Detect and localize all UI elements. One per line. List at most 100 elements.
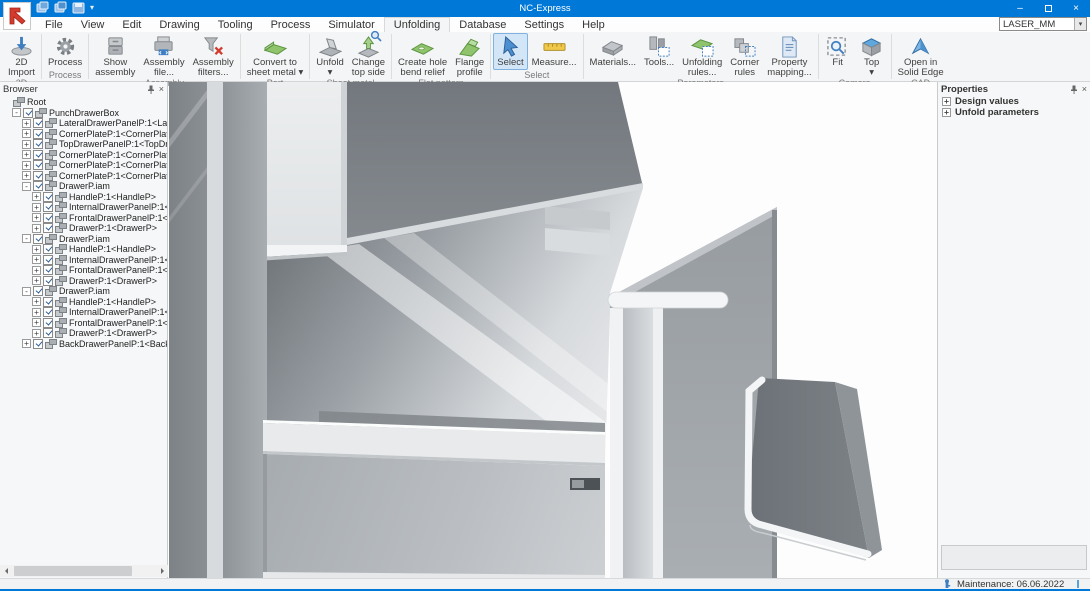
- hole-relief-button[interactable]: Create hole bend relief: [394, 33, 451, 78]
- show-assembly-button[interactable]: Show assembly: [91, 33, 139, 78]
- tree-item[interactable]: +CornerPlateP:1<CornerPlateP>: [0, 171, 167, 182]
- minimize-button[interactable]: –: [1006, 0, 1034, 17]
- collapse-icon[interactable]: -: [12, 108, 21, 117]
- pin-icon[interactable]: [1070, 85, 1078, 94]
- expand-icon[interactable]: +: [32, 308, 41, 317]
- expand-icon[interactable]: +: [32, 255, 41, 264]
- tree-checkbox[interactable]: [43, 244, 53, 254]
- tree-checkbox[interactable]: [33, 339, 43, 349]
- open-solid-edge-button[interactable]: Open in Solid Edge: [894, 33, 948, 78]
- zoom-region-icon[interactable]: [370, 30, 382, 45]
- expand-icon[interactable]: +: [22, 140, 31, 149]
- tree-item[interactable]: Root: [0, 97, 167, 108]
- tree-checkbox[interactable]: [33, 118, 43, 128]
- tree-item[interactable]: +InternalDrawerPanelP:1<InternalDrawerF: [0, 307, 167, 318]
- viewport-3d[interactable]: [169, 82, 937, 578]
- select-button[interactable]: Select: [493, 33, 527, 70]
- change-top-button[interactable]: Change top side: [348, 33, 389, 78]
- expand-icon[interactable]: +: [32, 266, 41, 275]
- tree-checkbox[interactable]: [43, 255, 53, 265]
- menu-item-file[interactable]: File: [36, 17, 72, 32]
- expand-icon[interactable]: +: [22, 119, 31, 128]
- menu-item-settings[interactable]: Settings: [515, 17, 573, 32]
- expand-icon[interactable]: +: [32, 224, 41, 233]
- tree-item[interactable]: +DrawerP:1<DrawerP>: [0, 328, 167, 339]
- assembly-filters-button[interactable]: Assembly filters...: [189, 33, 238, 78]
- tools-button[interactable]: Tools...: [640, 33, 678, 78]
- gear-button[interactable]: Process: [44, 33, 86, 70]
- measure-button[interactable]: Measure...: [528, 33, 581, 70]
- profile-selector[interactable]: LASER_MM ▾: [999, 17, 1087, 31]
- tree-checkbox[interactable]: [43, 318, 53, 328]
- expand-icon[interactable]: +: [32, 192, 41, 201]
- menu-item-tooling[interactable]: Tooling: [209, 17, 262, 32]
- menu-item-process[interactable]: Process: [262, 17, 320, 32]
- tree-item[interactable]: -DrawerP.iam: [0, 234, 167, 245]
- menu-item-unfolding[interactable]: Unfolding: [384, 17, 450, 32]
- menu-item-view[interactable]: View: [72, 17, 114, 32]
- pin-icon[interactable]: [147, 85, 155, 94]
- tree-item[interactable]: +TopDrawerPanelP:1<TopDrawerPanelP>: [0, 139, 167, 150]
- expand-icon[interactable]: +: [32, 329, 41, 338]
- maximize-button[interactable]: [1034, 0, 1062, 17]
- tree-checkbox[interactable]: [33, 171, 43, 181]
- tree-item[interactable]: +CornerPlateP:1<CornerPlateP>: [0, 150, 167, 161]
- tree-item[interactable]: +BackDrawerPanelP:1<BackDrawerPanelP>: [0, 339, 167, 350]
- tree-item[interactable]: +CornerPlateP:1<CornerPlateP>: [0, 160, 167, 171]
- collapse-icon[interactable]: -: [22, 287, 31, 296]
- app-logo[interactable]: [3, 2, 31, 30]
- close-button[interactable]: ×: [1062, 0, 1090, 17]
- tree-item[interactable]: +LateralDrawerPanelP:1<LateralDrawerPane…: [0, 118, 167, 129]
- tree-checkbox[interactable]: [33, 160, 43, 170]
- collapse-icon[interactable]: -: [22, 182, 31, 191]
- tree-item[interactable]: +InternalDrawerPanelP:1<InternalDrawerF: [0, 255, 167, 266]
- property-mapping-button[interactable]: Property mapping...: [763, 33, 815, 78]
- tree-checkbox[interactable]: [33, 150, 43, 160]
- corner-rules-button[interactable]: Corner rules: [726, 33, 763, 78]
- tree-item[interactable]: -DrawerP.iam: [0, 286, 167, 297]
- property-group-design-values[interactable]: +Design values: [938, 96, 1090, 107]
- browser-hscrollbar[interactable]: [0, 565, 168, 577]
- tree-item[interactable]: +CornerPlateP:1<CornerPlateP>: [0, 129, 167, 140]
- tree-checkbox[interactable]: [33, 234, 43, 244]
- tree-checkbox[interactable]: [43, 297, 53, 307]
- tree-item[interactable]: +DrawerP:1<DrawerP>: [0, 276, 167, 287]
- expand-icon[interactable]: +: [22, 150, 31, 159]
- unfold-button[interactable]: Unfold ▾: [312, 33, 347, 78]
- unfolding-rules-button[interactable]: Unfolding rules...: [678, 33, 726, 78]
- tree-item[interactable]: +HandleP:1<HandleP>: [0, 192, 167, 203]
- tree-checkbox[interactable]: [43, 276, 53, 286]
- menu-item-database[interactable]: Database: [450, 17, 515, 32]
- fit-button[interactable]: Fit: [821, 33, 855, 78]
- tree-checkbox[interactable]: [43, 223, 53, 233]
- tree-checkbox[interactable]: [33, 129, 43, 139]
- tree-item[interactable]: +HandleP:1<HandleP>: [0, 244, 167, 255]
- tree-checkbox[interactable]: [43, 307, 53, 317]
- flange-profile-button[interactable]: Flange profile: [451, 33, 488, 78]
- expand-icon[interactable]: +: [942, 108, 951, 117]
- expand-icon[interactable]: +: [32, 276, 41, 285]
- expand-icon[interactable]: +: [32, 213, 41, 222]
- tree-checkbox[interactable]: [43, 328, 53, 338]
- tree-checkbox[interactable]: [43, 265, 53, 275]
- tree-item[interactable]: +FrontalDrawerPanelP:1<FrontalDrawerPa: [0, 265, 167, 276]
- assembly-file-button[interactable]: Assembly file...: [139, 33, 188, 78]
- close-panel-icon[interactable]: ×: [159, 84, 164, 94]
- menu-item-edit[interactable]: Edit: [113, 17, 150, 32]
- expand-icon[interactable]: +: [22, 171, 31, 180]
- tree-checkbox[interactable]: [43, 192, 53, 202]
- tree-checkbox[interactable]: [33, 181, 43, 191]
- convert-sheet-button[interactable]: Convert to sheet metal ▾: [243, 33, 308, 78]
- expand-icon[interactable]: +: [32, 297, 41, 306]
- tree-item[interactable]: +HandleP:1<HandleP>: [0, 297, 167, 308]
- tree-item[interactable]: -DrawerP.iam: [0, 181, 167, 192]
- menu-item-help[interactable]: Help: [573, 17, 614, 32]
- top-view-button[interactable]: Top ▾: [855, 33, 889, 78]
- property-group-unfold-parameters[interactable]: +Unfold parameters: [938, 107, 1090, 118]
- tree-checkbox[interactable]: [33, 286, 43, 296]
- collapse-icon[interactable]: -: [22, 234, 31, 243]
- tree-checkbox[interactable]: [33, 139, 43, 149]
- menu-item-drawing[interactable]: Drawing: [150, 17, 208, 32]
- expand-icon[interactable]: +: [22, 161, 31, 170]
- expand-icon[interactable]: +: [22, 339, 31, 348]
